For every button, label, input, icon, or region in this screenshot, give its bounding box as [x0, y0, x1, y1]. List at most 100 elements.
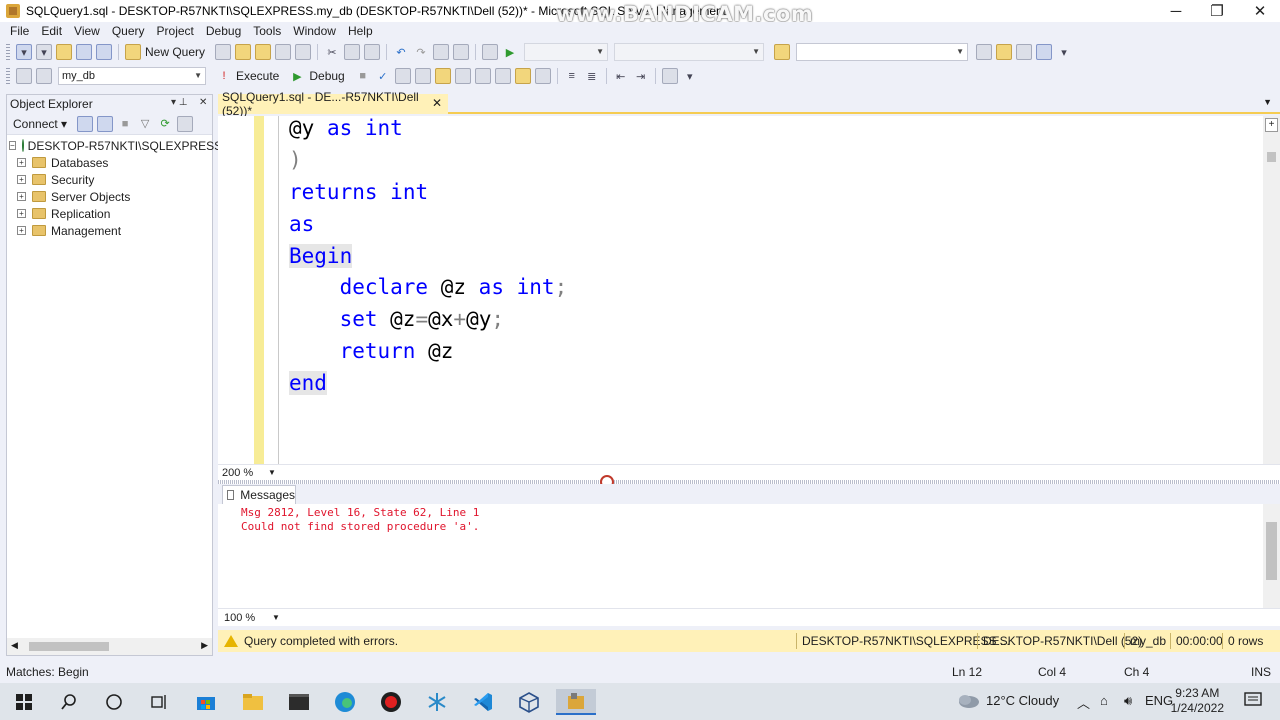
cut-icon[interactable]: ✂ — [324, 44, 340, 60]
query-options-icon[interactable] — [414, 68, 431, 84]
task-view-icon[interactable] — [146, 689, 172, 715]
menu-project[interactable]: Project — [151, 24, 200, 38]
tree-node-security[interactable]: + Security — [7, 171, 212, 188]
menu-query[interactable]: Query — [106, 24, 151, 38]
chevron-down-icon[interactable]: ▼ — [272, 613, 280, 622]
minimize-button[interactable]: ─ — [1156, 0, 1196, 22]
stop-icon[interactable]: ■ — [117, 116, 133, 132]
available-databases-select[interactable]: my_db ▼ — [58, 67, 206, 85]
chevron-down-icon[interactable]: ▼ — [268, 468, 276, 477]
expand-icon[interactable]: + — [17, 209, 26, 218]
copy-icon[interactable] — [344, 44, 361, 60]
expand-icon[interactable]: + — [17, 192, 26, 201]
pin-icon[interactable]: ▾ ⊥ — [171, 97, 188, 108]
virtualbox-icon[interactable] — [516, 689, 542, 715]
messages-zoom[interactable]: 100 % — [218, 612, 272, 624]
scrollbar-thumb[interactable] — [29, 642, 109, 651]
client-statistics-icon[interactable] — [494, 68, 511, 84]
results-to-text-icon[interactable] — [514, 68, 531, 84]
start-debug-icon[interactable]: ▶ — [502, 44, 518, 60]
expand-icon[interactable]: + — [17, 226, 26, 235]
execute-icon[interactable]: ! — [216, 68, 232, 84]
paste-icon[interactable] — [364, 44, 381, 60]
file-explorer-icon[interactable] — [240, 689, 266, 715]
redo-icon[interactable]: ↷ — [413, 44, 429, 60]
new-query-icon[interactable] — [125, 44, 141, 60]
tab-sqlquery1[interactable]: SQLQuery1.sql - DE...-R57NKTI\Dell (52))… — [218, 90, 448, 118]
toolbar-grip[interactable] — [6, 68, 10, 84]
disconnect-icon[interactable] — [97, 115, 114, 132]
menu-file[interactable]: File — [4, 24, 35, 38]
properties-icon[interactable] — [1016, 44, 1033, 60]
navigate-forward-icon[interactable] — [453, 44, 470, 60]
microsoft-store-icon[interactable] — [193, 689, 219, 715]
database-engine-query-icon[interactable] — [215, 44, 232, 60]
object-explorer-details-icon[interactable] — [996, 44, 1013, 60]
expand-icon[interactable]: + — [17, 158, 26, 167]
tree-node-server-objects[interactable]: + Server Objects — [7, 188, 212, 205]
toolbar-grip[interactable] — [6, 44, 10, 60]
close-tab-icon[interactable]: ✕ — [432, 96, 442, 110]
collapse-icon[interactable]: − — [9, 141, 16, 150]
comment-lines-icon[interactable]: ≡ — [564, 68, 580, 84]
new-project-icon[interactable]: ▾ — [16, 44, 32, 60]
activity-monitor-icon[interactable] — [177, 115, 194, 132]
weather-text[interactable]: 12°C Cloudy — [986, 693, 1059, 708]
restore-button[interactable]: ❐ — [1197, 0, 1237, 22]
parse-icon[interactable]: ✓ — [375, 68, 391, 84]
menu-edit[interactable]: Edit — [35, 24, 68, 38]
new-query-button[interactable]: New Query — [145, 45, 205, 59]
debug-run-icon[interactable]: ▶ — [289, 68, 305, 84]
menu-debug[interactable]: Debug — [200, 24, 247, 38]
solution-configurations-select[interactable]: ▼ — [524, 43, 609, 61]
toolbar-options-icon[interactable]: ▾ — [1056, 44, 1072, 60]
bandicam-record-icon[interactable] — [378, 689, 404, 715]
toolbox-icon[interactable] — [1036, 44, 1053, 60]
results-to-grid-icon[interactable] — [534, 68, 551, 84]
taskbar-clock[interactable]: 9:23 AM 1/24/2022 — [1171, 686, 1224, 716]
dax-query-icon[interactable] — [295, 44, 312, 60]
filter-icon[interactable]: ▽ — [137, 116, 153, 132]
decrease-indent-icon[interactable]: ⇤ — [613, 68, 629, 84]
edge-browser-icon[interactable] — [332, 689, 358, 715]
include-actual-plan-icon[interactable] — [454, 68, 471, 84]
mdx-query-icon[interactable] — [235, 44, 252, 60]
cancel-query-icon[interactable]: ■ — [355, 68, 371, 84]
scrollbar-thumb[interactable] — [1266, 522, 1277, 580]
menu-help[interactable]: Help — [342, 24, 379, 38]
display-estimated-plan-icon[interactable] — [394, 68, 411, 84]
add-item-icon[interactable]: ▾ — [36, 44, 52, 60]
object-explorer-hscrollbar[interactable]: ◀ ▶ — [7, 638, 212, 655]
refresh-icon[interactable]: ⟳ — [157, 116, 173, 132]
vscode-icon[interactable] — [470, 689, 496, 715]
find-combo[interactable]: ▼ — [796, 43, 969, 61]
solution-platforms-select[interactable]: ▼ — [614, 43, 765, 61]
open-file-icon[interactable] — [56, 44, 72, 60]
debug-button[interactable]: Debug — [309, 69, 344, 83]
close-window-button[interactable]: ✕ — [1240, 0, 1280, 22]
navigate-backward-icon[interactable] — [433, 44, 450, 60]
connect-icon[interactable] — [16, 68, 32, 84]
snowflake-app-icon[interactable] — [424, 689, 450, 715]
connect-dropdown[interactable]: Connect ▾ — [13, 117, 67, 131]
menu-view[interactable]: View — [68, 24, 106, 38]
change-connection-icon[interactable] — [36, 68, 52, 84]
intellisense-icon[interactable] — [434, 68, 451, 84]
live-query-statistics-icon[interactable] — [474, 68, 491, 84]
undo-icon[interactable]: ↶ — [393, 44, 409, 60]
expand-icon[interactable]: + — [17, 175, 26, 184]
query-editor[interactable]: @y as int ) returns int as Begin declare… — [218, 116, 1280, 464]
save-all-icon[interactable] — [96, 44, 112, 60]
scrollbar-thumb[interactable] — [1267, 152, 1276, 162]
messages-pane[interactable]: Msg 2812, Level 16, State 62, Line 1 Cou… — [218, 504, 1280, 608]
input-language[interactable]: ENG — [1145, 693, 1173, 708]
toolbar-options-icon[interactable]: ▾ — [682, 68, 698, 84]
tab-messages[interactable]: Messages — [222, 485, 296, 504]
dmx-query-icon[interactable] — [255, 44, 272, 60]
volume-icon[interactable]: 🔊︎ — [1124, 693, 1132, 709]
messages-vscrollbar[interactable] — [1263, 504, 1280, 608]
increase-indent-icon[interactable]: ⇥ — [633, 68, 649, 84]
tree-node-replication[interactable]: + Replication — [7, 205, 212, 222]
notifications-icon[interactable] — [1244, 691, 1262, 712]
menu-tools[interactable]: Tools — [247, 24, 287, 38]
